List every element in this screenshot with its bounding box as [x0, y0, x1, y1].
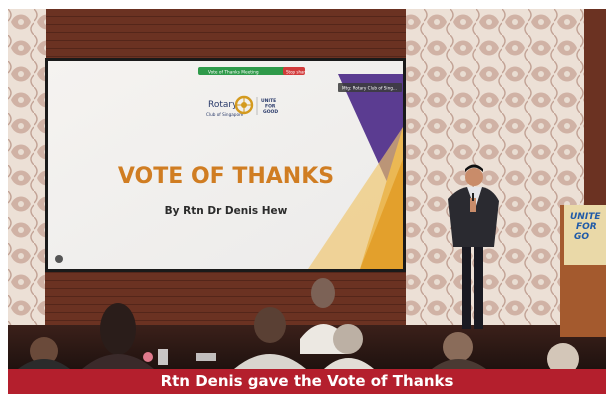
stop-share-label: Stop share	[286, 70, 308, 75]
slide-title: VOTE OF THANKS	[118, 164, 334, 189]
slogan-line-1: UNITE	[261, 98, 276, 104]
rotary-name: Rotary	[208, 100, 238, 110]
slogan-line-2: FOR	[265, 104, 276, 110]
photo-caption: Rtn Denis gave the Vote of Thanks	[8, 369, 606, 394]
slogan-line-3: GOOD	[263, 109, 278, 115]
microphone-icon	[472, 193, 474, 201]
lace-panel-right	[406, 9, 584, 349]
podium-text-2: FOR	[576, 222, 597, 232]
record-icon	[55, 255, 63, 263]
podium-text-1: UNITE	[570, 212, 601, 222]
rotary-sub: Club of Singapore	[206, 112, 244, 117]
meeting-label: Mtg: Rotary Club of Sing...	[342, 86, 397, 91]
podium-text-3: GO	[574, 232, 589, 242]
projection-screen: Vote of Thanks Meeting Stop share Mtg: R…	[45, 58, 406, 272]
slide-subtitle: By Rtn Dr Denis Hew	[165, 205, 288, 217]
event-photo: Vote of Thanks Meeting Stop share Mtg: R…	[8, 9, 606, 369]
photo-frame: Vote of Thanks Meeting Stop share Mtg: R…	[0, 0, 614, 394]
podium: UNITE FOR GO	[560, 205, 606, 337]
rotary-wheel-icon	[234, 95, 254, 115]
lace-panel-left	[8, 9, 46, 369]
zoom-bar-text: Vote of Thanks Meeting	[208, 70, 259, 76]
